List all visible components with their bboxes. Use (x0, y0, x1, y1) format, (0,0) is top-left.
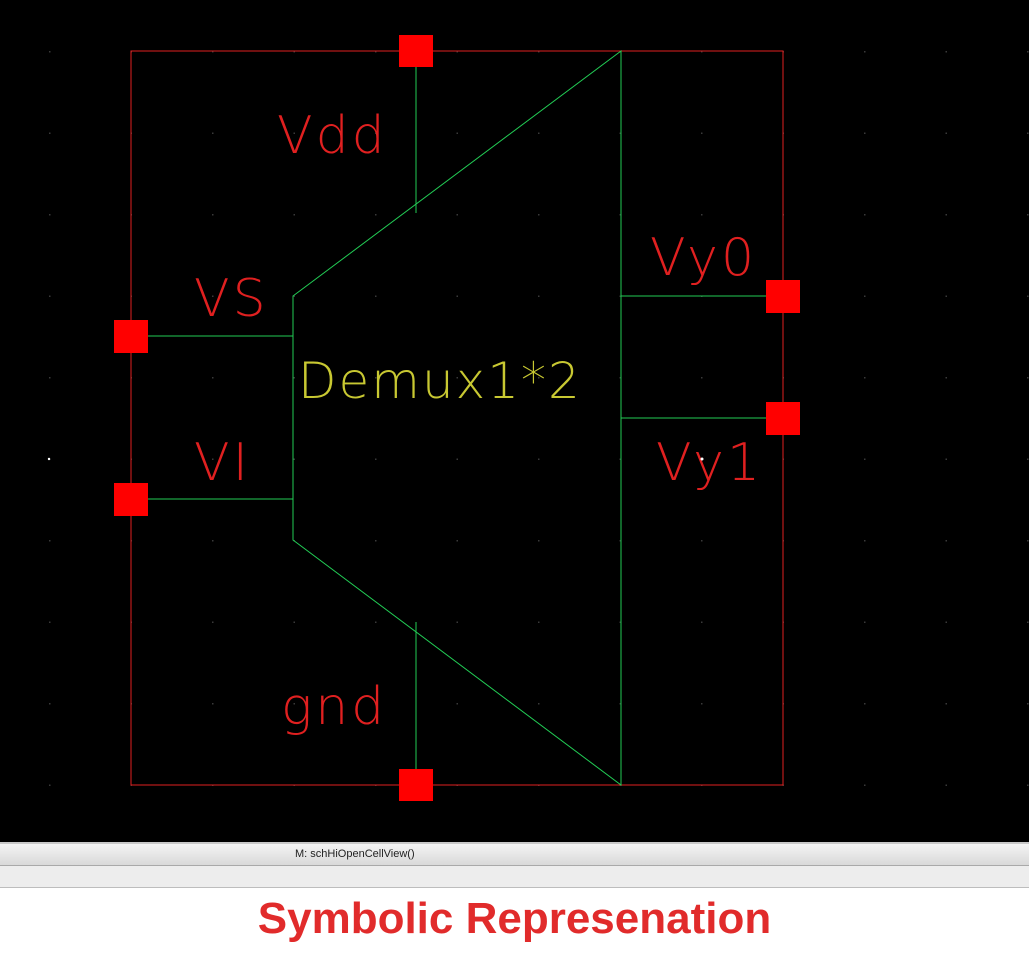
grid-dot (1027, 784, 1029, 786)
pin-vdd[interactable] (399, 35, 433, 67)
grid-dot (49, 295, 51, 297)
schematic-canvas[interactable]: Vdd VS VI Vy0 Vy1 gnd Demux1*2 (0, 0, 1029, 842)
status-bar: M: schHiOpenCellView() (0, 842, 1029, 866)
grid-dot (212, 132, 214, 134)
grid-dot (945, 377, 947, 379)
origin-dot (47, 457, 51, 461)
grid-dot (456, 703, 458, 705)
schematic-svg[interactable]: Vdd VS VI Vy0 Vy1 gnd Demux1*2 (0, 0, 1029, 842)
grid-dot (456, 458, 458, 460)
pin-gnd[interactable] (399, 769, 433, 801)
grid-dot (945, 295, 947, 297)
grid-dot (212, 621, 214, 623)
grid-dot (538, 458, 540, 460)
grid-dot (701, 377, 703, 379)
pin-vy0[interactable] (766, 280, 800, 313)
grid-dot (49, 214, 51, 216)
grid-dot (49, 703, 51, 705)
label-vy0: Vy0 (650, 228, 757, 288)
label-vdd: Vdd (277, 106, 388, 166)
pin-vy1[interactable] (766, 402, 800, 435)
grid-dot (49, 540, 51, 542)
grid-dot (864, 621, 866, 623)
grid-dot (538, 540, 540, 542)
grid-dot (864, 214, 866, 216)
grid-dot (293, 458, 295, 460)
grid-dot (538, 132, 540, 134)
grid-dot (212, 214, 214, 216)
grid-dot (375, 458, 377, 460)
grid-dot (293, 377, 295, 379)
grid-dot (864, 703, 866, 705)
grid-dot (538, 295, 540, 297)
grid-dot (49, 621, 51, 623)
label-vs: VS (194, 269, 269, 329)
grid-dot (375, 540, 377, 542)
grid-dot (945, 621, 947, 623)
caption-title: Symbolic Represenation (257, 894, 772, 943)
grid-dots (49, 51, 1029, 786)
label-gnd: gnd (281, 677, 387, 737)
cell-name-label: Demux1*2 (298, 352, 582, 410)
grid-dot (538, 214, 540, 216)
grid-dot (945, 51, 947, 53)
grid-dot (49, 377, 51, 379)
command-line[interactable] (0, 866, 1029, 888)
grid-dot (945, 540, 947, 542)
grid-dot (538, 621, 540, 623)
grid-dot (701, 703, 703, 705)
grid-dot (864, 295, 866, 297)
grid-dot (1027, 132, 1029, 134)
grid-dot (49, 51, 51, 53)
caption-area: Symbolic Represenation (0, 888, 1029, 955)
grid-dot (1027, 703, 1029, 705)
grid-dot (864, 51, 866, 53)
grid-dot (1027, 214, 1029, 216)
grid-dot (293, 214, 295, 216)
grid-dot (864, 377, 866, 379)
grid-dot (1027, 458, 1029, 460)
grid-dot (864, 784, 866, 786)
grid-dot (375, 621, 377, 623)
pin-vs[interactable] (114, 320, 148, 353)
grid-dot (538, 703, 540, 705)
grid-dot (945, 703, 947, 705)
grid-dot (1027, 51, 1029, 53)
grid-dot (456, 295, 458, 297)
grid-dot (701, 540, 703, 542)
grid-dot (864, 458, 866, 460)
cursor-dot (700, 457, 704, 461)
grid-dot (701, 132, 703, 134)
grid-dot (456, 540, 458, 542)
label-vi: VI (194, 433, 251, 493)
grid-dot (49, 132, 51, 134)
grid-dot (1027, 377, 1029, 379)
grid-dot (212, 377, 214, 379)
grid-dot (864, 540, 866, 542)
grid-dot (1027, 540, 1029, 542)
grid-dot (864, 132, 866, 134)
grid-dot (1027, 295, 1029, 297)
grid-dot (456, 621, 458, 623)
grid-dot (456, 214, 458, 216)
grid-dot (49, 784, 51, 786)
label-vy1: Vy1 (656, 433, 763, 493)
grid-dot (212, 703, 214, 705)
grid-dot (293, 621, 295, 623)
grid-dot (945, 214, 947, 216)
grid-dot (212, 540, 214, 542)
grid-dot (945, 458, 947, 460)
grid-dot (701, 621, 703, 623)
grid-dot (375, 295, 377, 297)
grid-dot (1027, 621, 1029, 623)
grid-dot (456, 132, 458, 134)
grid-dot (945, 784, 947, 786)
mouse-binding-text: M: schHiOpenCellView() (295, 848, 415, 860)
grid-dot (375, 214, 377, 216)
pin-vi[interactable] (114, 483, 148, 516)
grid-dot (701, 214, 703, 216)
grid-dot (945, 132, 947, 134)
